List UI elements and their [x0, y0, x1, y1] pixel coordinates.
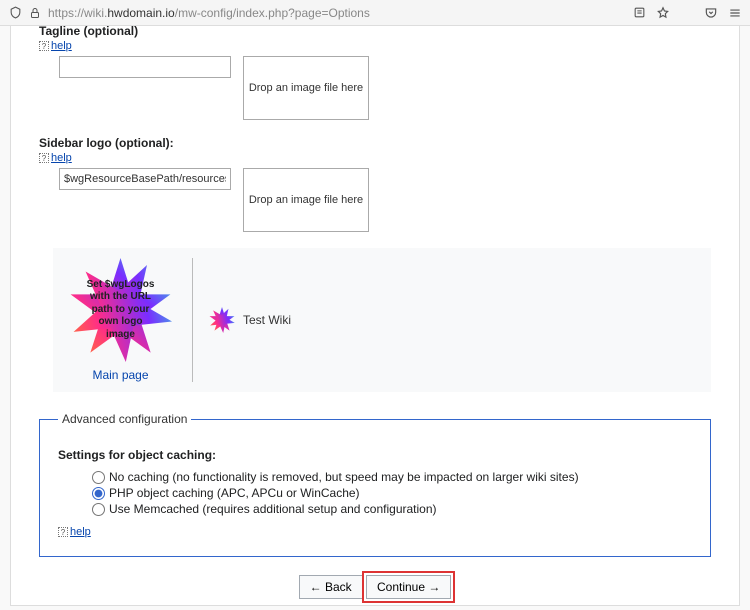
tagline-help-row: ?help [39, 40, 711, 52]
url-bar[interactable]: https://wiki.hwdomain.io/mw-config/index… [48, 4, 626, 22]
advanced-legend: Advanced configuration [58, 412, 191, 426]
sidebar-logo-help-link[interactable]: help [51, 152, 72, 164]
main-page-link[interactable]: Main page [92, 368, 148, 382]
advanced-configuration-fieldset: Advanced configuration Settings for obje… [39, 412, 711, 557]
advanced-help-row: ?help [58, 526, 692, 538]
reader-icon[interactable] [632, 6, 646, 20]
bookmark-star-icon[interactable] [656, 6, 670, 20]
tagline-dropzone[interactable]: Drop an image file here [243, 56, 369, 120]
logo-placeholder-icon: Set $wgLogos with the URL path to your o… [69, 258, 173, 362]
advanced-help-link[interactable]: help [70, 526, 91, 538]
browser-bar: https://wiki.hwdomain.io/mw-config/index… [0, 0, 750, 26]
sidebar-logo-help-row: ?help [39, 152, 711, 164]
logo-small-icon [209, 307, 235, 333]
shield-icon [8, 6, 22, 20]
wiki-name-label: Test Wiki [243, 313, 291, 327]
continue-button[interactable]: Continue → [366, 575, 451, 599]
help-icon: ? [58, 527, 68, 537]
help-icon: ? [39, 153, 49, 163]
caching-option-php[interactable]: PHP object caching (APC, APCu or WinCach… [92, 486, 692, 500]
sidebar-logo-input[interactable] [59, 168, 231, 190]
caching-radio-none[interactable] [92, 471, 105, 484]
caching-radio-php[interactable] [92, 487, 105, 500]
caching-radio-memcached[interactable] [92, 503, 105, 516]
tagline-input[interactable] [59, 56, 231, 78]
sidebar-logo-label: Sidebar logo (optional): [39, 136, 711, 150]
pocket-icon[interactable] [704, 6, 718, 20]
caching-option-memcached[interactable]: Use Memcached (requires additional setup… [92, 502, 692, 516]
help-icon: ? [39, 41, 49, 51]
menu-icon[interactable] [728, 6, 742, 20]
sidebar-logo-dropzone[interactable]: Drop an image file here [243, 168, 369, 232]
back-button[interactable]: ← Back [299, 575, 363, 599]
page-content: Tagline (optional) ?help Drop an image f… [10, 26, 740, 606]
tagline-help-link[interactable]: help [51, 40, 72, 52]
tagline-label: Tagline (optional) [39, 26, 711, 38]
lock-icon [28, 6, 42, 20]
logo-preview: Set $wgLogos with the URL path to your o… [53, 248, 711, 392]
object-caching-label: Settings for object caching: [58, 448, 692, 462]
caching-option-none[interactable]: No caching (no functionality is removed,… [92, 470, 692, 484]
button-row: ← Back Continue → [39, 575, 711, 599]
